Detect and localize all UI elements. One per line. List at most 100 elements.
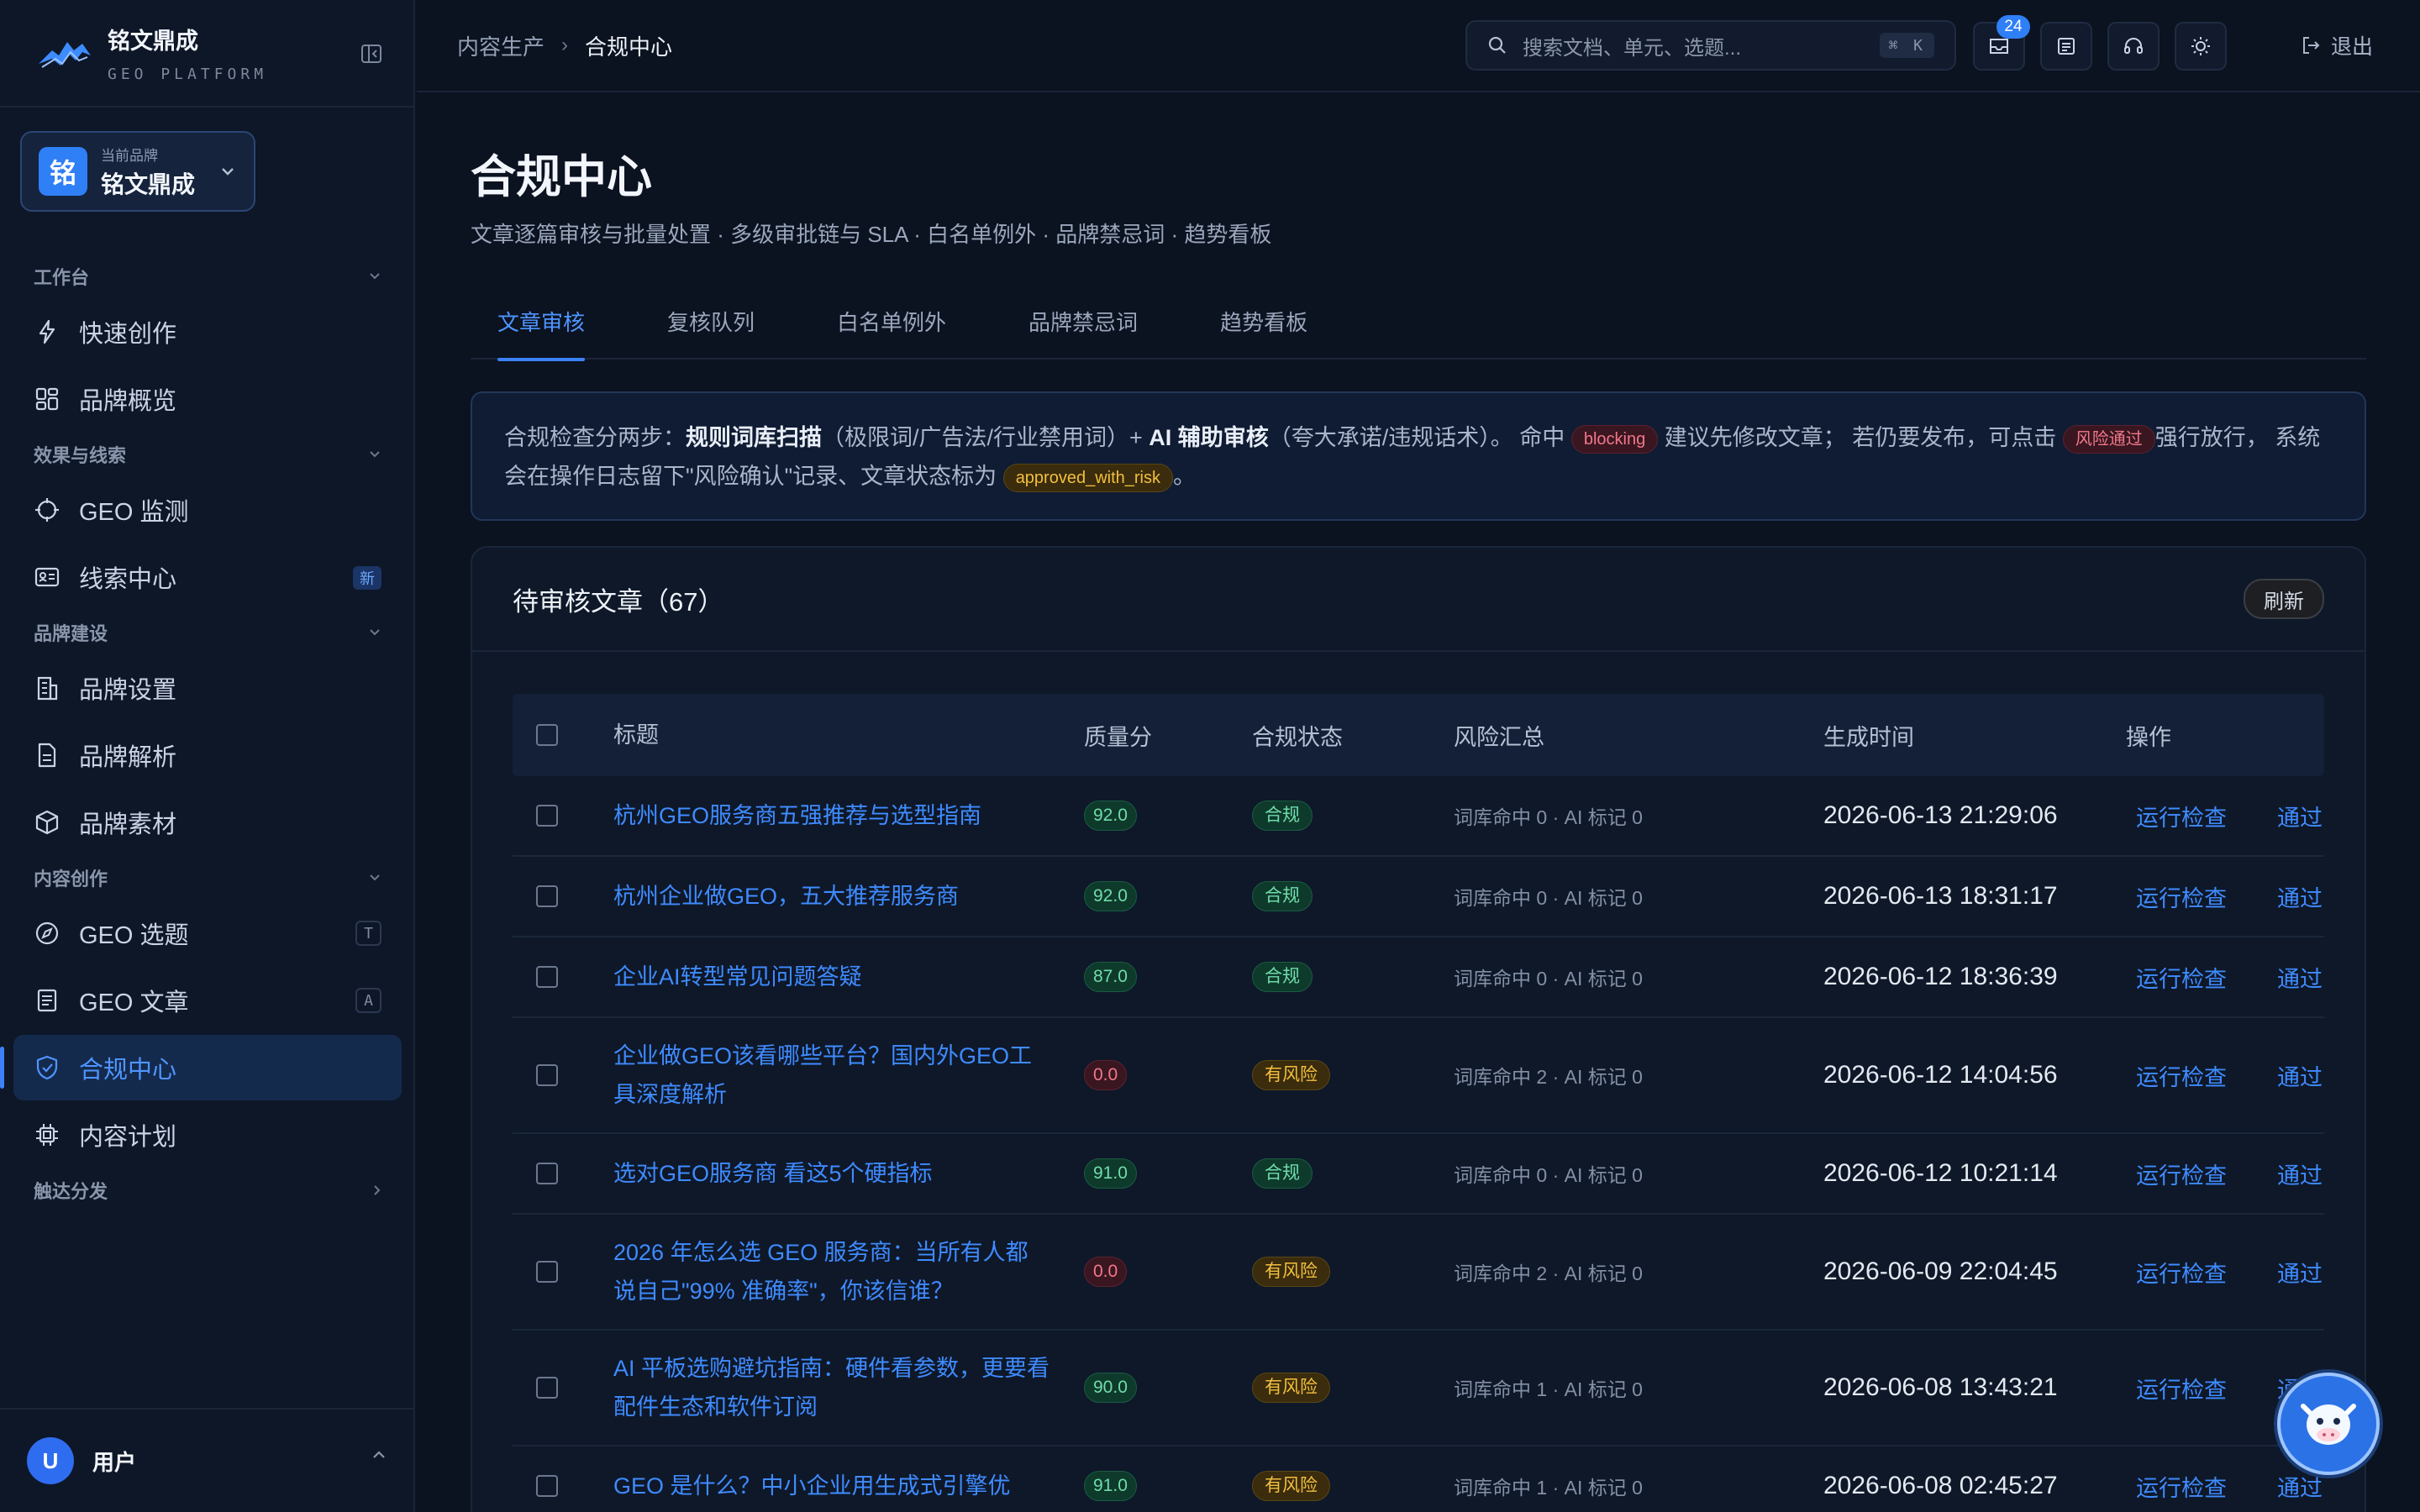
- nav-group-content[interactable]: 内容创作: [0, 857, 415, 899]
- run-check-button[interactable]: 运行检查: [2136, 800, 2227, 832]
- theme-toggle-button[interactable]: [2175, 22, 2227, 71]
- sidebar-item-label: 合规中心: [79, 1057, 177, 1084]
- column-header-score[interactable]: 质量分: [1084, 719, 1252, 752]
- article-title-link[interactable]: 选对GEO服务商 看这5个硬指标: [613, 1154, 1084, 1193]
- run-check-button[interactable]: 运行检查: [2136, 1470, 2227, 1503]
- run-check-button[interactable]: 运行检查: [2136, 1372, 2227, 1404]
- logout-button[interactable]: 退出: [2301, 30, 2373, 60]
- row-checkbox[interactable]: [536, 1475, 558, 1497]
- sidebar-item-label: 品牌设置: [79, 677, 177, 704]
- row-checkbox[interactable]: [536, 1163, 558, 1184]
- tab-whitelist[interactable]: 白名单例外: [810, 306, 946, 360]
- brand-switcher[interactable]: 铭 当前品牌 铭文鼎成: [20, 131, 255, 212]
- notes-button[interactable]: [2040, 22, 2092, 71]
- select-all-checkbox[interactable]: [536, 724, 558, 746]
- table-row: 选对GEO服务商 看这5个硬指标 91.0 合规 词库命中 0 · AI 标记 0 20…: [513, 1134, 2324, 1215]
- avatar: U: [27, 1437, 74, 1484]
- sidebar-collapse-icon[interactable]: [360, 42, 383, 66]
- inbox-button[interactable]: 24: [1973, 15, 2030, 71]
- risk-summary: 词库命中 1 · AI 标记 0: [1454, 1477, 1643, 1499]
- article-title-link[interactable]: AI 平板选购避坑指南：硬件看参数，更要看配件生态和软件订阅: [613, 1349, 1084, 1426]
- sidebar-item-compliance[interactable]: 合规中心: [0, 1035, 402, 1100]
- current-brand-label: 当前品牌: [101, 147, 158, 164]
- tab-review-queue[interactable]: 复核队列: [640, 306, 755, 360]
- sidebar-item-brand-overview[interactable]: 品牌概览: [13, 366, 402, 432]
- sidebar-item-geo-topics[interactable]: GEO 选题 T: [13, 900, 402, 966]
- chip-icon: [34, 1121, 60, 1148]
- compliance-status-badge: 有风险: [1252, 1257, 1330, 1287]
- column-header-title[interactable]: 标题: [613, 716, 1084, 754]
- row-checkbox[interactable]: [536, 1064, 558, 1086]
- nav-group-distribution[interactable]: 触达分发: [0, 1169, 415, 1211]
- breadcrumb-parent[interactable]: 内容生产: [457, 30, 544, 61]
- sidebar-item-leads[interactable]: 线索中心 新: [13, 544, 402, 610]
- tab-banned-words[interactable]: 品牌禁忌词: [1002, 306, 1138, 360]
- sidebar-item-content-plan[interactable]: 内容计划: [13, 1102, 402, 1168]
- search-input[interactable]: 搜索文档、单元、选题... ⌘ K: [1465, 20, 1956, 71]
- sidebar-item-label: 品牌概览: [79, 388, 177, 415]
- tab-trends[interactable]: 趋势看板: [1193, 306, 1307, 360]
- run-check-button[interactable]: 运行检查: [2136, 1158, 2227, 1190]
- column-header-risk[interactable]: 风险汇总: [1454, 719, 1823, 752]
- assistant-mascot-button[interactable]: [2277, 1373, 2380, 1475]
- sidebar-item-brand-analysis[interactable]: 品牌解析: [13, 722, 402, 788]
- article-title-link[interactable]: 2026 年怎么选 GEO 服务商：当所有人都说自己"99% 准确率"，你该信谁…: [613, 1233, 1084, 1310]
- sidebar-item-geo-articles[interactable]: GEO 文章 A: [13, 968, 402, 1033]
- approve-button[interactable]: 通过: [2277, 880, 2323, 913]
- compliance-status-badge: 有风险: [1252, 1471, 1330, 1501]
- article-title-link[interactable]: 企业AI转型常见问题答疑: [613, 958, 1084, 996]
- nav-group-label: 工作台: [34, 267, 90, 288]
- row-checkbox[interactable]: [536, 805, 558, 827]
- article-icon: [34, 987, 60, 1014]
- article-title-link[interactable]: 企业做GEO该看哪些平台？国内外GEO工具深度解析: [613, 1037, 1084, 1114]
- risk-summary: 词库命中 0 · AI 标记 0: [1454, 806, 1643, 828]
- sidebar-item-brand-assets[interactable]: 品牌素材: [13, 790, 402, 855]
- risk-summary: 词库命中 0 · AI 标记 0: [1454, 968, 1643, 990]
- approve-button[interactable]: 通过: [2277, 1470, 2323, 1503]
- column-header-time[interactable]: 生成时间: [1823, 719, 2126, 752]
- generated-time: 2026-06-13 18:31:17: [1823, 882, 2058, 910]
- tab-article-review[interactable]: 文章审核: [471, 306, 586, 361]
- crosshair-icon: [34, 496, 60, 523]
- approve-button[interactable]: 通过: [2277, 800, 2323, 832]
- row-checkbox[interactable]: [536, 1261, 558, 1283]
- row-checkbox[interactable]: [536, 1377, 558, 1399]
- sidebar-item-brand-settings[interactable]: 品牌设置: [13, 655, 402, 721]
- user-menu[interactable]: U 用户: [0, 1408, 415, 1512]
- nav-group-workbench[interactable]: 工作台: [0, 255, 415, 297]
- sidebar-item-geo-monitor[interactable]: GEO 监测: [13, 477, 402, 543]
- quality-score-badge: 87.0: [1084, 962, 1137, 992]
- quality-score-badge: 91.0: [1084, 1158, 1137, 1189]
- table-header: 标题 质量分 合规状态 风险汇总 生成时间 操作: [513, 694, 2324, 776]
- refresh-button[interactable]: 刷新: [2244, 579, 2324, 619]
- article-title-link[interactable]: 杭州GEO服务商五强推荐与选型指南: [613, 796, 1084, 835]
- risk-summary: 词库命中 0 · AI 标记 0: [1454, 887, 1643, 909]
- generated-time: 2026-06-12 10:21:14: [1823, 1159, 2058, 1187]
- brand-logo-icon: [39, 42, 91, 68]
- nav-group-label: 触达分发: [34, 1181, 108, 1202]
- run-check-button[interactable]: 运行检查: [2136, 880, 2227, 913]
- compliance-status-badge: 有风险: [1252, 1373, 1330, 1403]
- support-button[interactable]: [2107, 22, 2160, 71]
- quality-score-badge: 90.0: [1084, 1373, 1137, 1403]
- article-title-link[interactable]: GEO 是什么？中小企业用生成式引擎优: [613, 1467, 1084, 1505]
- brand-subtitle: GEO PLATFORM: [108, 66, 268, 83]
- row-checkbox[interactable]: [536, 885, 558, 907]
- notice-bold-rule-scan: 规则词库扫描: [686, 425, 822, 450]
- column-header-status[interactable]: 合规状态: [1252, 719, 1454, 752]
- main-content: 合规中心 文章逐篇审核与批量处置 · 多级审批链与 SLA · 白名单例外 · …: [471, 92, 2366, 1512]
- run-check-button[interactable]: 运行检查: [2136, 961, 2227, 994]
- nav-group-brand[interactable]: 品牌建设: [0, 612, 415, 654]
- approve-button[interactable]: 通过: [2277, 1256, 2323, 1289]
- row-checkbox[interactable]: [536, 966, 558, 988]
- nav-group-effect[interactable]: 效果与线索: [0, 433, 415, 475]
- search-icon: [1488, 36, 1506, 54]
- sidebar-item-quick-create[interactable]: 快速创作: [13, 299, 402, 365]
- article-title-link[interactable]: 杭州企业做GEO，五大推荐服务商: [613, 877, 1084, 916]
- run-check-button[interactable]: 运行检查: [2136, 1059, 2227, 1092]
- run-check-button[interactable]: 运行检查: [2136, 1256, 2227, 1289]
- approve-button[interactable]: 通过: [2277, 1059, 2323, 1092]
- document-icon: [34, 742, 60, 769]
- approve-button[interactable]: 通过: [2277, 961, 2323, 994]
- approve-button[interactable]: 通过: [2277, 1158, 2323, 1190]
